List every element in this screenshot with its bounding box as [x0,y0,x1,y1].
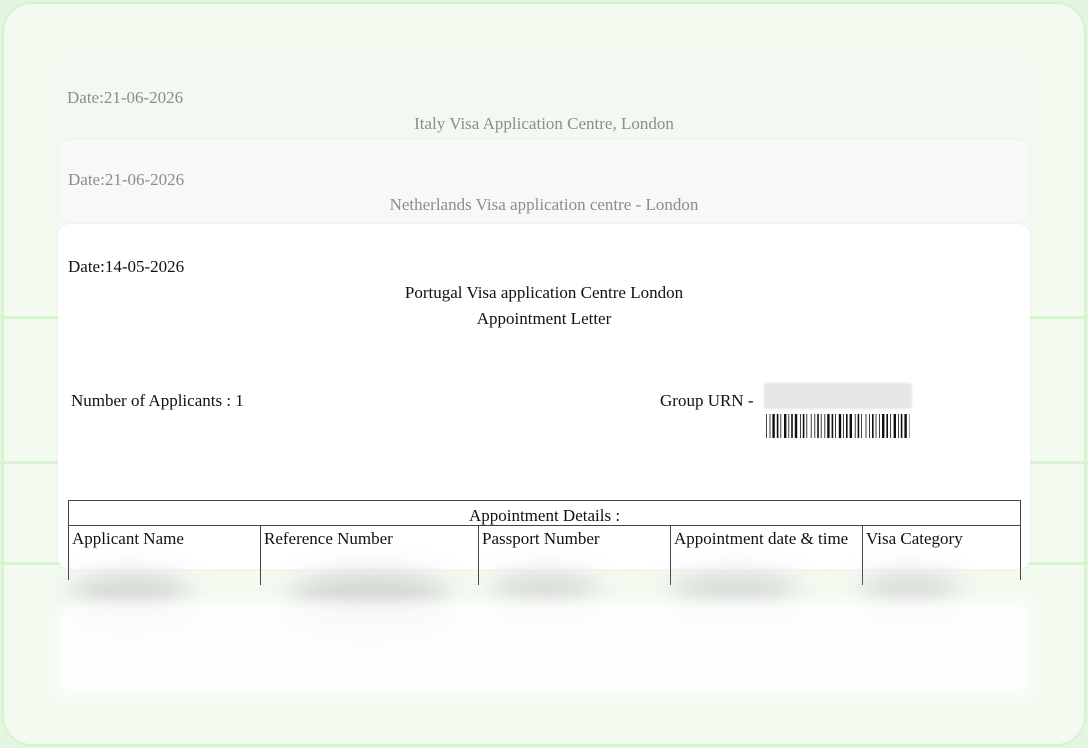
group-urn-label: Group URN - [660,391,754,410]
table-title: Appointment Details : [69,501,1020,526]
barcode-icon [766,414,910,438]
centre-name: Portugal Visa application Centre London [404,283,684,302]
letter-date: Date:14-05-2026 [68,257,185,276]
letter-title: Appointment Letter [476,309,612,328]
group-urn-redacted [764,383,912,409]
appointment-letter-portugal[interactable]: Date:14-05-2026 Portugal Visa applicatio… [58,224,1030,585]
centre-name: Netherlands Visa application centre - Lo… [389,195,699,214]
letter-date: Date:21-06-2026 [68,170,185,189]
centre-name: Italy Visa Application Centre, London [414,114,674,133]
letter-date: Date:21-06-2026 [67,88,184,107]
blurred-card [58,600,1030,696]
applicants-count: Number of Applicants : 1 [71,391,244,410]
